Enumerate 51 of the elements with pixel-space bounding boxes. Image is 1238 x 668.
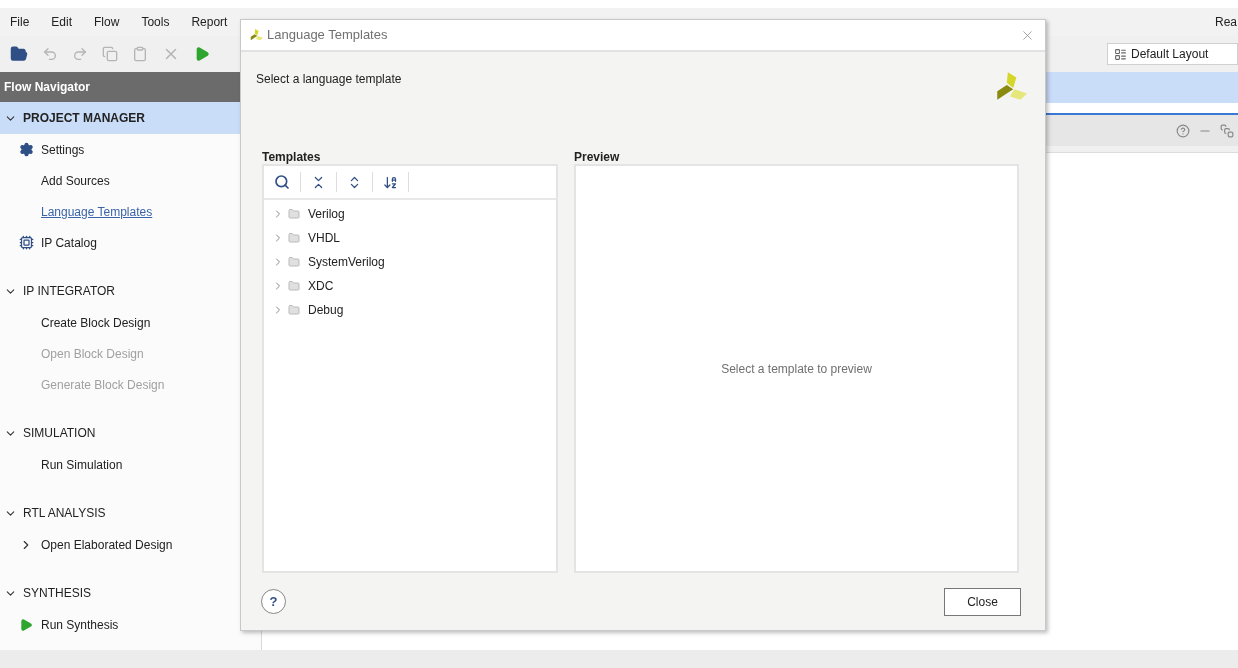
copy-icon[interactable] — [102, 46, 118, 62]
layout-icon — [1114, 47, 1127, 61]
panel-label: Templates — [262, 149, 322, 164]
paste-icon[interactable] — [132, 46, 148, 62]
nav-link[interactable]: Language Templates — [41, 202, 153, 221]
tree-item[interactable]: XDC — [264, 274, 556, 298]
section-header[interactable]: SYNTHESIS — [0, 577, 261, 609]
tree-item[interactable]: Debug — [264, 298, 556, 322]
logo-icon — [249, 28, 263, 42]
status-text: Rea — [1215, 14, 1238, 31]
chip-icon — [19, 235, 34, 250]
menu-item[interactable]: Edit — [51, 13, 73, 31]
menu-item[interactable]: Flow — [94, 13, 120, 31]
nav-item[interactable]: Create Block Design — [41, 313, 151, 332]
menu-item[interactable]: Tools — [141, 13, 170, 31]
gear-icon — [19, 142, 34, 157]
folder-icon — [288, 304, 300, 316]
section-header[interactable]: IP INTEGRATOR — [0, 275, 261, 307]
folder-icon — [288, 280, 300, 292]
menu-item[interactable]: Report — [191, 13, 228, 31]
undo-icon[interactable] — [42, 46, 58, 62]
help-button[interactable]: ? — [261, 589, 286, 614]
folder-icon — [288, 232, 300, 244]
nav-item[interactable]: Open Elaborated Design — [41, 535, 173, 554]
menu-item[interactable]: File — [10, 13, 30, 31]
nav-item[interactable]: Run Synthesis — [41, 615, 119, 634]
nav-item[interactable]: Settings — [41, 140, 85, 159]
nav-item[interactable]: Add Sources — [41, 171, 110, 190]
nav-item[interactable]: IP Catalog — [41, 233, 97, 252]
folder-icon — [288, 208, 300, 220]
section-header[interactable]: SIMULATION — [0, 417, 261, 449]
play-icon — [19, 617, 33, 632]
run-icon[interactable] — [194, 46, 210, 62]
tree-item[interactable]: Verilog — [264, 202, 556, 226]
layout-select[interactable]: Default Layout — [1107, 43, 1238, 65]
restore-icon[interactable] — [1220, 123, 1234, 138]
sort-icon[interactable] — [383, 174, 398, 190]
open-folder-icon[interactable] — [10, 45, 28, 63]
help-icon[interactable] — [1176, 123, 1190, 138]
tree-item[interactable]: VHDL — [264, 226, 556, 250]
dialog-title: Language Templates — [267, 26, 388, 45]
nav-item[interactable]: Run Simulation — [41, 455, 123, 474]
search-icon[interactable] — [274, 174, 290, 190]
dialog-subtitle: Select a language template — [256, 71, 402, 88]
close-button[interactable]: Close — [944, 587, 1021, 616]
section-header[interactable]: RTL ANALYSIS — [0, 497, 261, 529]
redo-icon[interactable] — [72, 46, 88, 62]
folder-icon — [288, 256, 300, 268]
tree-item[interactable]: SystemVerilog — [264, 250, 556, 274]
panel-label: Preview — [574, 149, 621, 164]
preview-message: Select a template to preview — [721, 360, 872, 378]
